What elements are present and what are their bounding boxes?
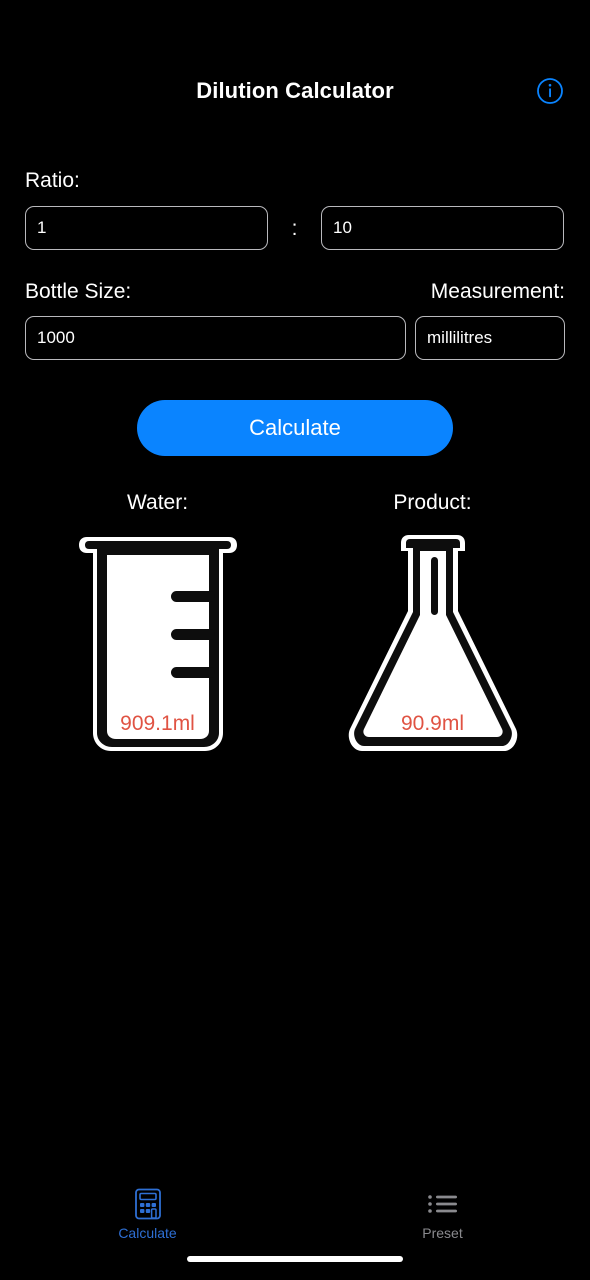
app-header: Dilution Calculator xyxy=(0,60,590,122)
ratio-label-row: Ratio: xyxy=(25,170,565,192)
bottle-inputs-row xyxy=(25,316,565,360)
home-indicator xyxy=(187,1256,403,1262)
list-bullet-icon xyxy=(427,1188,459,1220)
ratio-right-wrap xyxy=(321,206,564,250)
bottle-size-input[interactable] xyxy=(25,316,406,360)
calculate-button[interactable]: Calculate xyxy=(137,400,453,456)
tab-calculate-label: Calculate xyxy=(118,1225,177,1241)
form-area: Ratio: : Bottle Size: Measurement: Calcu… xyxy=(0,170,590,456)
tab-preset-label: Preset xyxy=(422,1225,463,1241)
bottle-size-label: Bottle Size: xyxy=(25,280,132,303)
ratio-left-wrap xyxy=(25,206,268,250)
page-title: Dilution Calculator xyxy=(196,78,394,103)
water-amount: 909.1ml xyxy=(120,712,195,735)
ratio-right-input[interactable] xyxy=(321,206,564,250)
ratio-label: Ratio: xyxy=(25,169,80,192)
beaker-icon: 909.1ml xyxy=(63,533,253,758)
calculator-icon xyxy=(134,1188,162,1220)
product-amount: 90.9ml xyxy=(400,712,465,735)
bottle-section: Bottle Size: Measurement: xyxy=(25,281,565,360)
ratio-left-input[interactable] xyxy=(25,206,268,250)
product-result: Product: 90.9ml xyxy=(295,491,570,758)
ratio-row: : xyxy=(25,206,565,250)
measurement-wrap xyxy=(415,316,565,360)
bottle-size-wrap xyxy=(25,316,406,360)
ratio-separator: : xyxy=(291,216,298,240)
tab-calculate[interactable]: Calculate xyxy=(0,1172,295,1280)
bottle-labels-row: Bottle Size: Measurement: xyxy=(25,281,565,302)
water-result: Water: 909.1ml xyxy=(20,491,295,758)
measurement-label: Measurement: xyxy=(430,280,565,303)
status-bar xyxy=(0,0,590,60)
tab-preset[interactable]: Preset xyxy=(295,1172,590,1280)
water-label: Water: xyxy=(126,491,189,514)
calculate-button-row: Calculate xyxy=(25,400,565,456)
measurement-input[interactable] xyxy=(415,316,565,360)
erlenmeyer-flask-icon: 90.9ml xyxy=(338,533,528,758)
results-area: Water: 909.1ml Product: 90.9ml xyxy=(0,491,590,758)
info-circle-icon[interactable] xyxy=(535,76,565,106)
product-label: Product: xyxy=(393,491,472,514)
tab-bar: Calculate Preset xyxy=(0,1172,590,1280)
